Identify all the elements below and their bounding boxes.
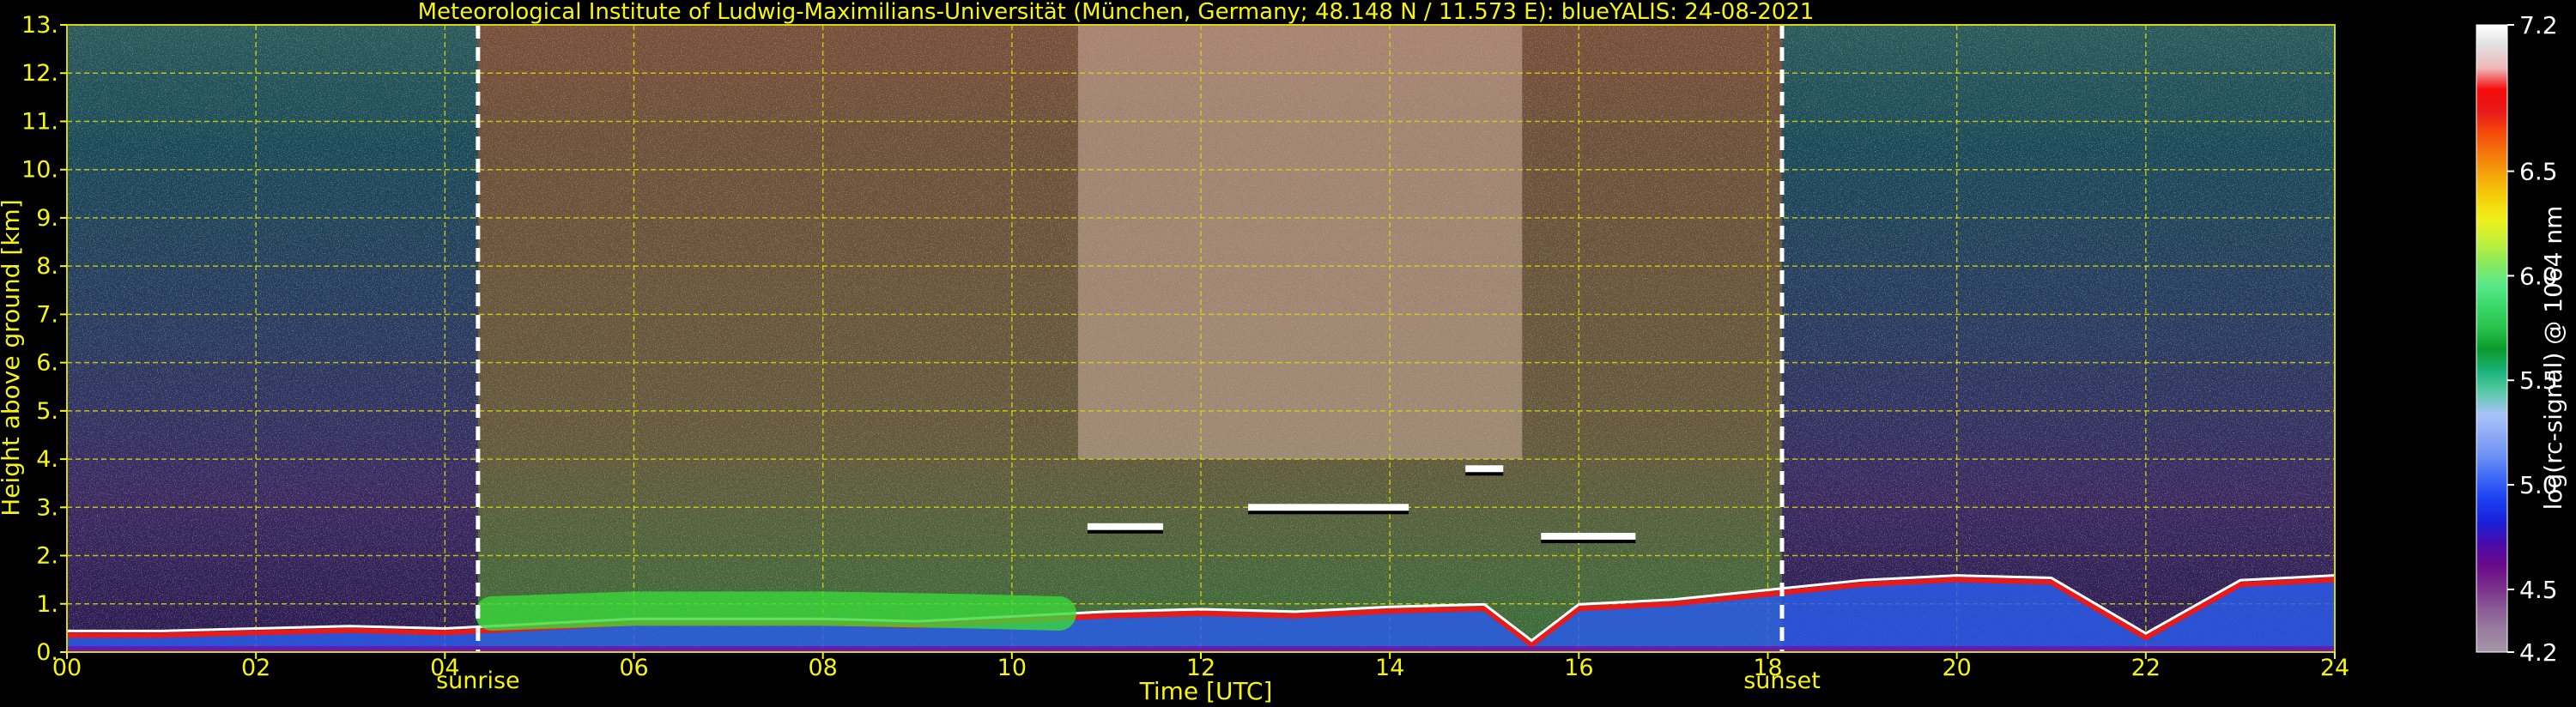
cloud-layer — [1248, 504, 1409, 511]
x-tick-label: 00 — [52, 655, 82, 681]
cloud-layer — [1465, 465, 1504, 473]
x-tick-label: 10 — [997, 655, 1027, 681]
colorbar-tick-label: 7.2 — [2519, 11, 2558, 39]
y-tick-label: 12. — [21, 60, 58, 87]
x-tick-label: 08 — [808, 655, 837, 681]
x-tick-label: 20 — [1942, 655, 1971, 681]
x-tick-label: 24 — [2320, 655, 2349, 681]
colorbar-label: log(rc-signal) @ 1064 nm — [2539, 206, 2567, 511]
y-tick-label: 9. — [36, 205, 58, 232]
y-tick-label: 6. — [36, 350, 58, 377]
cloud-shadow — [1541, 540, 1636, 544]
x-tick-label: 22 — [2131, 655, 2161, 681]
y-tick-label: 7. — [36, 301, 58, 328]
y-tick-label: 1. — [36, 591, 58, 618]
y-tick-label: 13. — [21, 12, 58, 39]
cloud-layer — [1087, 523, 1163, 530]
colorbar-tick-label: 4.5 — [2519, 576, 2558, 604]
x-tick-label: 16 — [1564, 655, 1593, 681]
x-tick-label: 02 — [241, 655, 270, 681]
y-tick-label: 4. — [36, 446, 58, 473]
chart-title: Meteorological Institute of Ludwig-Maxim… — [418, 0, 1815, 25]
ground-layer — [67, 646, 2335, 652]
cloud-shadow — [1087, 529, 1163, 534]
x-tick-label: 06 — [619, 655, 648, 681]
y-tick-label: 10. — [21, 157, 58, 184]
y-tick-label: 8. — [36, 253, 58, 280]
cloud-layer — [1541, 533, 1636, 541]
y-tick-label: 11. — [21, 108, 58, 135]
cloud-shadow — [1248, 511, 1409, 515]
y-tick-label: 5. — [36, 398, 58, 425]
aerosol-layer — [475, 591, 1076, 631]
colorbar-bar — [2476, 25, 2507, 652]
colorbar-tick-label: 4.2 — [2519, 638, 2558, 667]
colorbar-tick-label: 6.5 — [2519, 158, 2558, 186]
x-tick-label: 14 — [1375, 655, 1404, 681]
y-tick-label: 2. — [36, 543, 58, 570]
sunset-label: sunset — [1743, 668, 1821, 694]
x-axis-label: Time [UTC] — [1139, 677, 1273, 705]
cloud-shadow — [1465, 472, 1504, 476]
sunrise-label: sunrise — [436, 668, 520, 694]
y-tick-label: 3. — [36, 494, 58, 521]
y-axis-label: Height above ground [km] — [0, 199, 25, 517]
lidar-chart: 0.1.2.3.4.5.6.7.8.9.10.11.12.13.00 02 04 06… — [0, 0, 2567, 705]
